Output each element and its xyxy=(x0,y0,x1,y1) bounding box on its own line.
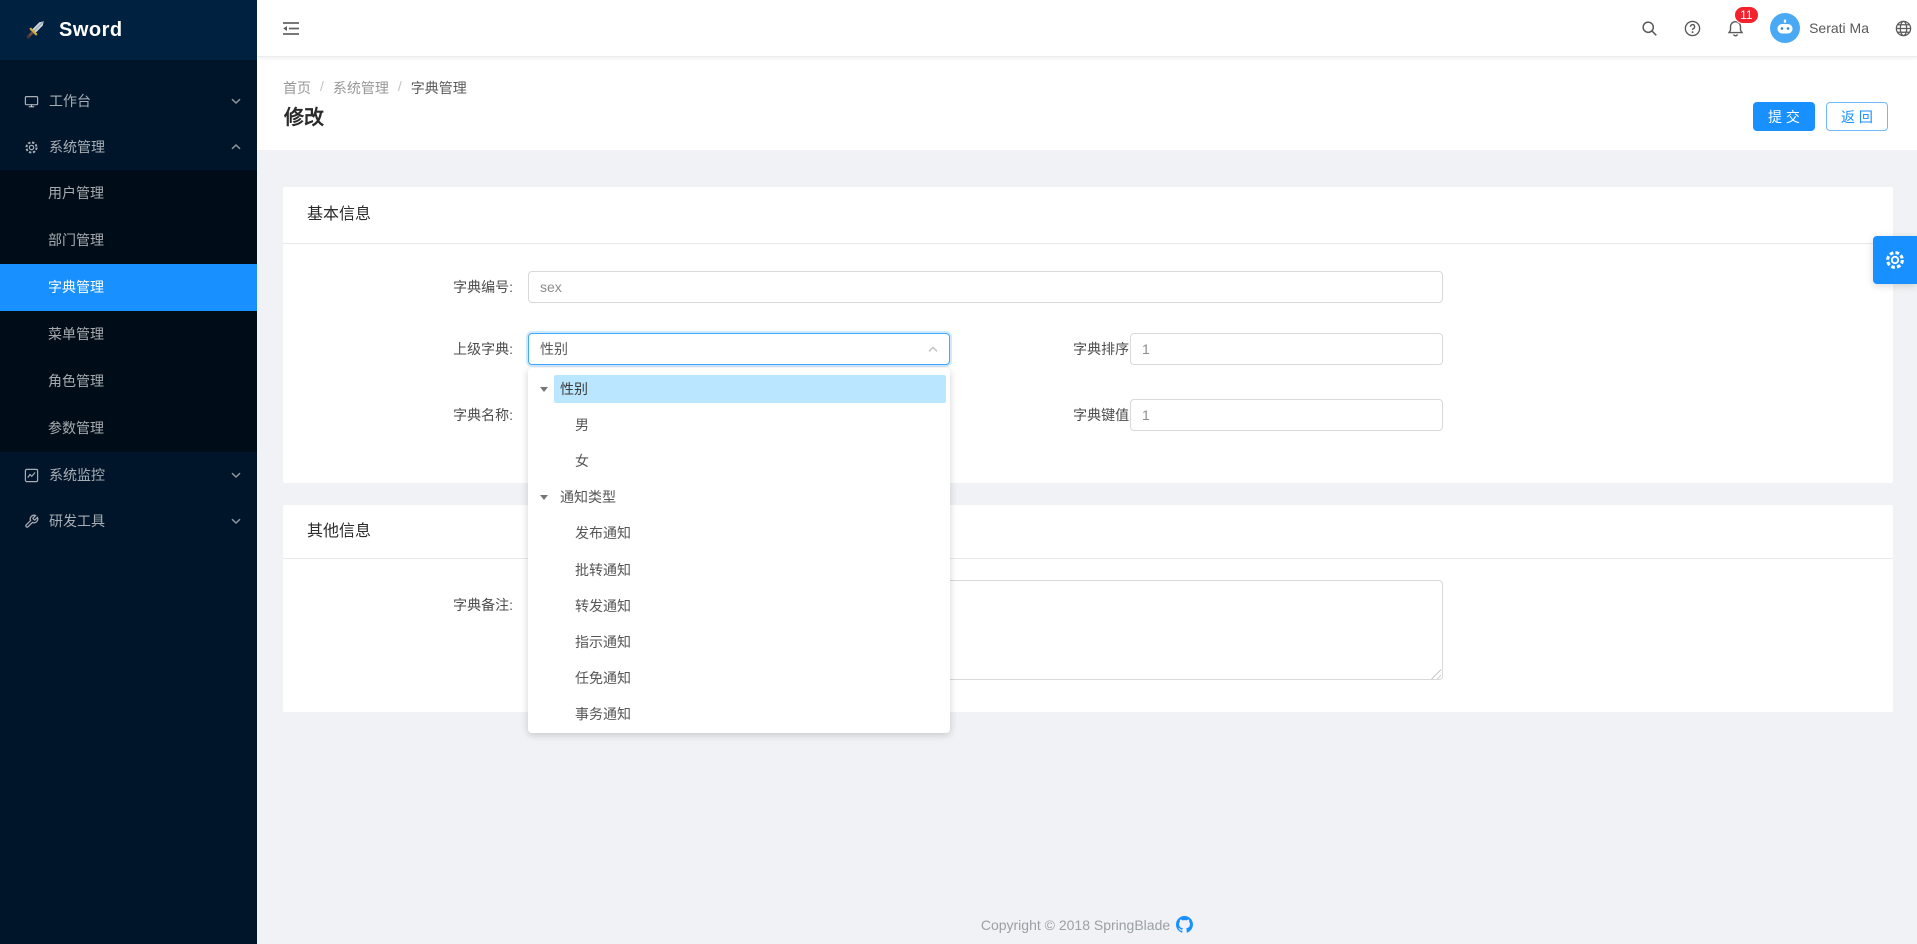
sidebar-item-label: 工作台 xyxy=(49,91,231,111)
tree-node-sex[interactable]: 性别 xyxy=(528,371,950,407)
sidebar-subitem-menu[interactable]: 菜单管理 xyxy=(0,311,257,358)
parent-dict-select-value: 性别 xyxy=(540,339,568,359)
help-icon[interactable] xyxy=(1684,20,1701,37)
parent-dict-select[interactable]: 性别 xyxy=(528,333,950,365)
breadcrumb-separator: / xyxy=(320,78,324,98)
sidebar: Sword 工作台 系统管理 xyxy=(0,0,257,944)
sidebar-menu: 工作台 系统管理 用户管理 部门管理 字典管理 菜单管理 角色管理 参数管理 xyxy=(0,60,257,544)
parent-dict-label: 上级字典: xyxy=(353,333,513,365)
dict-sort-label: 字典排序: xyxy=(973,333,1133,365)
caret-down-icon[interactable] xyxy=(534,387,554,392)
chevron-up-icon xyxy=(928,345,938,354)
sidebar-subitem-dict-active[interactable]: 字典管理 xyxy=(0,264,257,311)
user-menu[interactable]: Serati Ma xyxy=(1770,13,1869,43)
tree-node-label[interactable]: 转发通知 xyxy=(569,592,946,620)
submit-button[interactable]: 提 交 xyxy=(1753,102,1815,131)
gear-icon xyxy=(1884,249,1906,271)
divider xyxy=(283,243,1893,244)
dict-key-input[interactable] xyxy=(1130,399,1443,431)
sidebar-subitem-param[interactable]: 参数管理 xyxy=(0,405,257,452)
tree-node-approve[interactable]: 批转通知 xyxy=(528,551,950,587)
tree-node-label[interactable]: 任免通知 xyxy=(569,664,946,692)
card-title-basic: 基本信息 xyxy=(307,187,371,243)
sidebar-item-system[interactable]: 系统管理 xyxy=(0,124,257,170)
topbar-actions: 11 Serati Ma xyxy=(1641,13,1917,43)
tree-node-male[interactable]: 男 xyxy=(528,407,950,443)
basic-info-card: 基本信息 字典编号: 上级字典: 性别 字典排序: 字典名称: 字典键值: xyxy=(283,187,1893,483)
tree-node-label[interactable]: 指示通知 xyxy=(569,628,946,656)
line-chart-icon xyxy=(24,468,39,483)
app-title: Sword xyxy=(59,19,123,42)
breadcrumb-home[interactable]: 首页 xyxy=(283,78,311,98)
breadcrumb: 首页 / 系统管理 / 字典管理 xyxy=(283,78,467,98)
dict-remark-label: 字典备注: xyxy=(353,589,513,621)
tree-node-label[interactable]: 通知类型 xyxy=(554,483,946,511)
github-icon[interactable] xyxy=(1176,916,1193,933)
dict-sort-input[interactable] xyxy=(1130,333,1443,365)
header-actions: 提 交 返 回 xyxy=(1753,102,1888,131)
user-name: Serati Ma xyxy=(1809,20,1869,36)
dict-name-label: 字典名称: xyxy=(353,399,513,431)
sidebar-subitem-dept[interactable]: 部门管理 xyxy=(0,217,257,264)
dict-code-label: 字典编号: xyxy=(353,271,513,303)
sidebar-submenu-system: 用户管理 部门管理 字典管理 菜单管理 角色管理 参数管理 xyxy=(0,170,257,452)
sidebar-subitem-role[interactable]: 角色管理 xyxy=(0,358,257,405)
back-button[interactable]: 返 回 xyxy=(1826,102,1888,131)
card-title-other: 其他信息 xyxy=(307,505,371,558)
chevron-down-icon xyxy=(231,516,241,526)
notification-bell-icon[interactable]: 11 xyxy=(1727,20,1744,37)
topbar: 11 Serati Ma xyxy=(257,0,1917,57)
menu-fold-icon[interactable] xyxy=(282,21,300,36)
parent-dict-dropdown: 性别 男 女 通知类型 发布通知 批转通知 转发通知 指示通知 任免通知 事务通… xyxy=(528,368,950,733)
other-info-card: 其他信息 字典备注: xyxy=(283,505,1893,712)
tree-node-appoint[interactable]: 任免通知 xyxy=(528,660,950,696)
tree-node-female[interactable]: 女 xyxy=(528,443,950,479)
divider xyxy=(283,558,1893,559)
avatar[interactable] xyxy=(1770,13,1800,43)
sidebar-item-workbench[interactable]: 工作台 xyxy=(0,78,257,124)
chevron-up-icon xyxy=(231,142,241,152)
desktop-icon xyxy=(24,94,39,109)
breadcrumb-separator: / xyxy=(398,78,402,98)
breadcrumb-current: 字典管理 xyxy=(411,78,467,98)
sidebar-item-label: 系统监控 xyxy=(49,465,231,485)
sidebar-item-devtools[interactable]: 研发工具 xyxy=(0,498,257,544)
tree-node-label[interactable]: 事务通知 xyxy=(569,700,946,728)
sword-icon xyxy=(22,17,48,43)
globe-icon[interactable] xyxy=(1895,20,1912,37)
tree-node-label[interactable]: 女 xyxy=(569,447,946,475)
tree-node-affair[interactable]: 事务通知 xyxy=(528,696,950,732)
tree-node-notice-type[interactable]: 通知类型 xyxy=(528,479,950,515)
tree-node-instruct[interactable]: 指示通知 xyxy=(528,624,950,660)
wrench-icon xyxy=(24,514,39,529)
notification-badge: 11 xyxy=(1734,6,1758,24)
tree-node-forward[interactable]: 转发通知 xyxy=(528,588,950,624)
sidebar-item-label: 研发工具 xyxy=(49,511,231,531)
tree-node-label[interactable]: 批转通知 xyxy=(569,556,946,584)
footer-copyright: Copyright © 2018 SpringBlade xyxy=(981,917,1170,933)
breadcrumb-system[interactable]: 系统管理 xyxy=(333,78,389,98)
chevron-down-icon xyxy=(231,470,241,480)
dict-key-label: 字典键值: xyxy=(973,399,1133,431)
tree-node-label-selected[interactable]: 性别 xyxy=(554,375,946,403)
content: 基本信息 字典编号: 上级字典: 性别 字典排序: 字典名称: 字典键值: 其他… xyxy=(257,150,1917,944)
tree-node-label[interactable]: 男 xyxy=(569,411,946,439)
footer: Copyright © 2018 SpringBlade xyxy=(257,916,1917,933)
gear-icon xyxy=(24,140,39,155)
settings-fab-button[interactable] xyxy=(1873,236,1917,284)
sidebar-item-monitor[interactable]: 系统监控 xyxy=(0,452,257,498)
sidebar-item-label: 系统管理 xyxy=(49,137,231,157)
app-logo[interactable]: Sword xyxy=(0,0,257,60)
tree-node-publish[interactable]: 发布通知 xyxy=(528,515,950,551)
chevron-down-icon xyxy=(231,96,241,106)
search-icon[interactable] xyxy=(1641,20,1658,37)
sidebar-subitem-user[interactable]: 用户管理 xyxy=(0,170,257,217)
page-header: 首页 / 系统管理 / 字典管理 修改 提 交 返 回 xyxy=(257,57,1917,150)
caret-down-icon[interactable] xyxy=(534,495,554,500)
tree-node-label[interactable]: 发布通知 xyxy=(569,519,946,547)
page-title: 修改 xyxy=(284,101,324,130)
dict-code-input[interactable] xyxy=(528,271,1443,303)
